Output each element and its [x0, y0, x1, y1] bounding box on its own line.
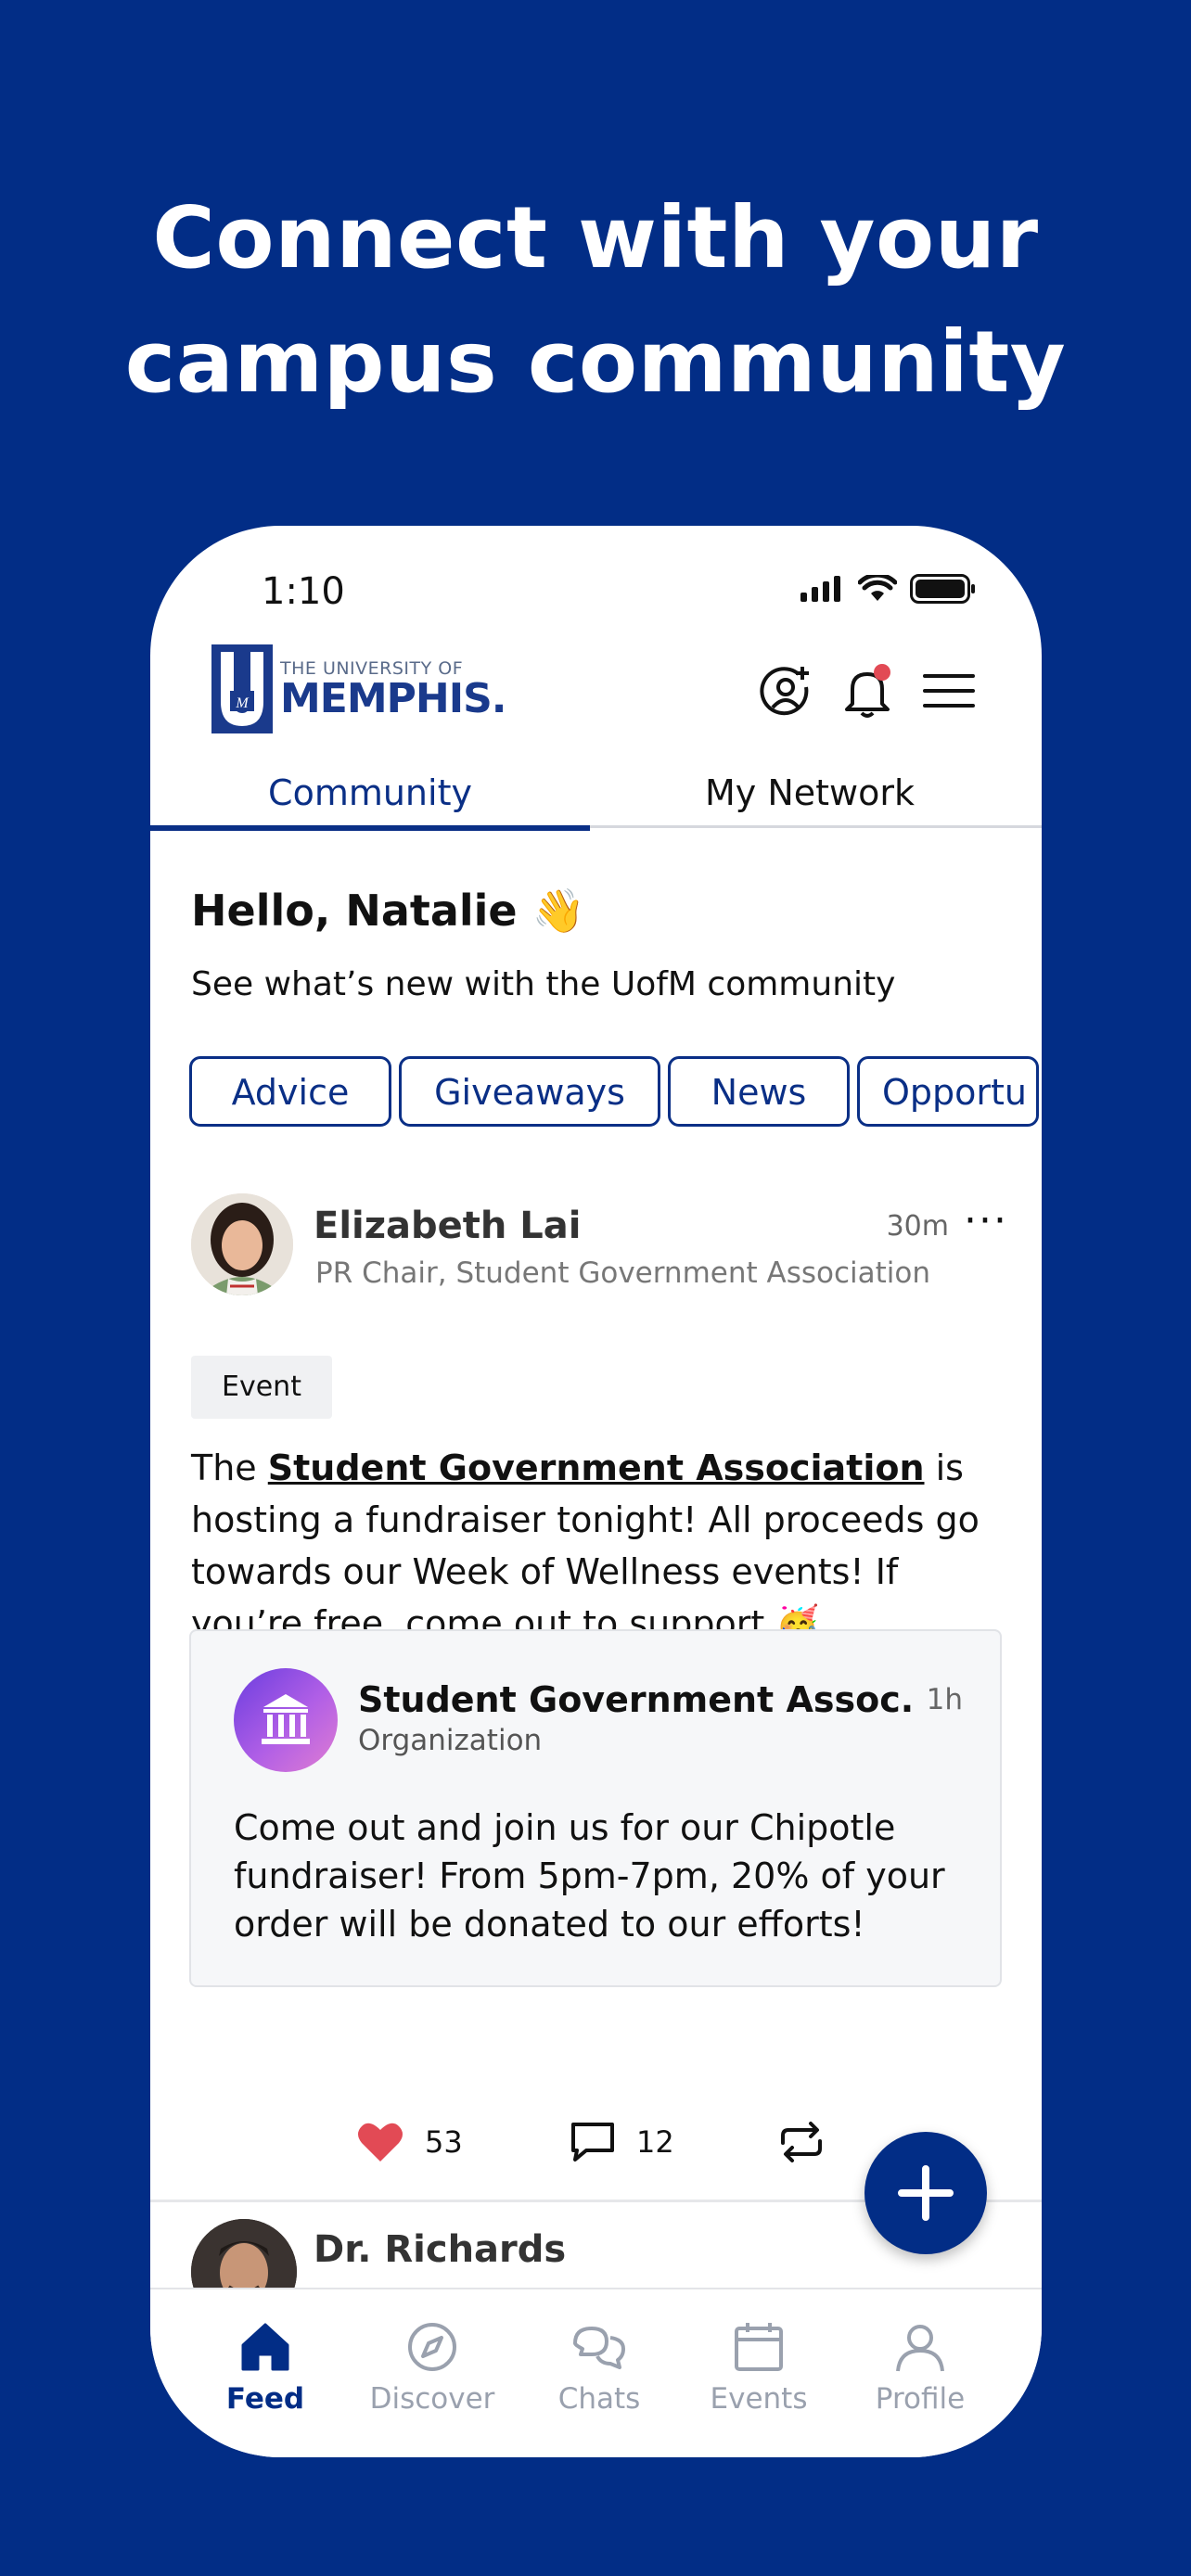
menu-icon [923, 674, 975, 708]
add-user-icon [760, 667, 809, 716]
chip-opportunities[interactable]: Opportu [857, 1056, 1039, 1127]
shared-post-title: Student Government Assoc. [358, 1679, 915, 1720]
compass-icon [408, 2323, 456, 2371]
shared-post-time: 1h [926, 1683, 963, 1716]
repost-icon [781, 2122, 822, 2162]
author-role: PR Chair, Student Government Association [315, 1256, 931, 1290]
greeting-text: Hello, Natalie [191, 886, 518, 936]
shared-post-card[interactable]: Student Government Assoc. Organization 1… [189, 1629, 1002, 1987]
comment-count: 12 [636, 2124, 674, 2160]
svg-text:M: M [235, 695, 250, 711]
nav-profile[interactable]: Profile [846, 2317, 994, 2416]
comment-button[interactable]: 12 [570, 2121, 674, 2163]
plus-icon [898, 2165, 954, 2221]
author-name[interactable]: Elizabeth Lai [314, 1205, 582, 1247]
home-icon [241, 2323, 289, 2371]
header-actions [758, 663, 977, 719]
tab-community[interactable]: Community [150, 758, 590, 831]
nav-label: Discover [369, 2382, 495, 2416]
status-time: 1:10 [262, 570, 345, 613]
wave-emoji: 👋 [531, 886, 585, 936]
university-logo[interactable]: M THE UNIVERSITY OF MEMPHIS. [211, 644, 506, 733]
chip-advice[interactable]: Advice [189, 1056, 391, 1127]
person-icon [896, 2325, 944, 2372]
shared-post-subtitle: Organization [358, 1724, 543, 1757]
logo-mark: M [211, 644, 273, 733]
more-options-button[interactable]: ··· [964, 1197, 1008, 1244]
chip-news[interactable]: News [668, 1056, 850, 1127]
greeting-subtitle: See what’s new with the UofM community [191, 965, 896, 1003]
chat-icon [573, 2327, 625, 2369]
post-body: The Student Government Association is ho… [191, 1447, 980, 1644]
chip-giveaways[interactable]: Giveaways [399, 1056, 660, 1127]
headline-line-2: campus community [124, 312, 1067, 412]
wifi-icon [858, 575, 897, 601]
repost-button[interactable] [777, 2121, 826, 2163]
feed-tabs: Community My Network [150, 758, 1042, 831]
like-count: 53 [425, 2124, 463, 2160]
calendar-icon [735, 2323, 783, 2371]
bell-icon [845, 664, 890, 718]
notifications-button[interactable] [839, 663, 895, 719]
nav-label: Profile [875, 2382, 966, 2416]
nav-feed[interactable]: Feed [191, 2317, 339, 2416]
nav-label: Feed [225, 2382, 305, 2416]
headline-line-1: Connect with your [152, 188, 1039, 287]
nav-label: Chats [557, 2382, 641, 2416]
add-user-button[interactable] [758, 663, 813, 719]
promo-headline: Connect with your campus community [0, 176, 1191, 425]
nav-chats[interactable]: Chats [525, 2317, 673, 2416]
logo-big-text: MEMPHIS. [280, 675, 506, 722]
heart-icon [358, 2123, 403, 2162]
nav-events[interactable]: Events [685, 2317, 833, 2416]
post-time: 30m [886, 1210, 949, 1243]
filter-chips: Advice Giveaways News Opportu [189, 1056, 1042, 1130]
comment-icon [571, 2123, 614, 2162]
create-post-button[interactable] [864, 2132, 987, 2254]
nav-discover[interactable]: Discover [358, 2317, 506, 2416]
menu-button[interactable] [921, 663, 977, 719]
post-tag: Event [191, 1356, 332, 1419]
avatar[interactable] [191, 1193, 293, 1295]
battery-icon [910, 574, 975, 604]
greeting-title: Hello, Natalie 👋 [191, 886, 585, 937]
bottom-navigation: Feed Discover Chats Events Profile [150, 2288, 1042, 2457]
tab-my-network[interactable]: My Network [590, 758, 1030, 828]
organization-avatar [234, 1668, 338, 1772]
phone-screen: 1:10 M THE UNIVERSITY OF MEMPHIS. Commun… [150, 526, 1042, 2457]
building-icon [262, 1694, 310, 1744]
signal-icon [800, 576, 840, 602]
nav-label: Events [710, 2382, 808, 2416]
status-icons [799, 574, 977, 604]
like-button[interactable]: 53 [356, 2121, 463, 2163]
shared-post-text: Come out and join us for our Chipotle fu… [234, 1807, 945, 1945]
organization-link[interactable]: Student Government Association [268, 1447, 925, 1488]
author-name[interactable]: Dr. Richards [314, 2228, 566, 2271]
